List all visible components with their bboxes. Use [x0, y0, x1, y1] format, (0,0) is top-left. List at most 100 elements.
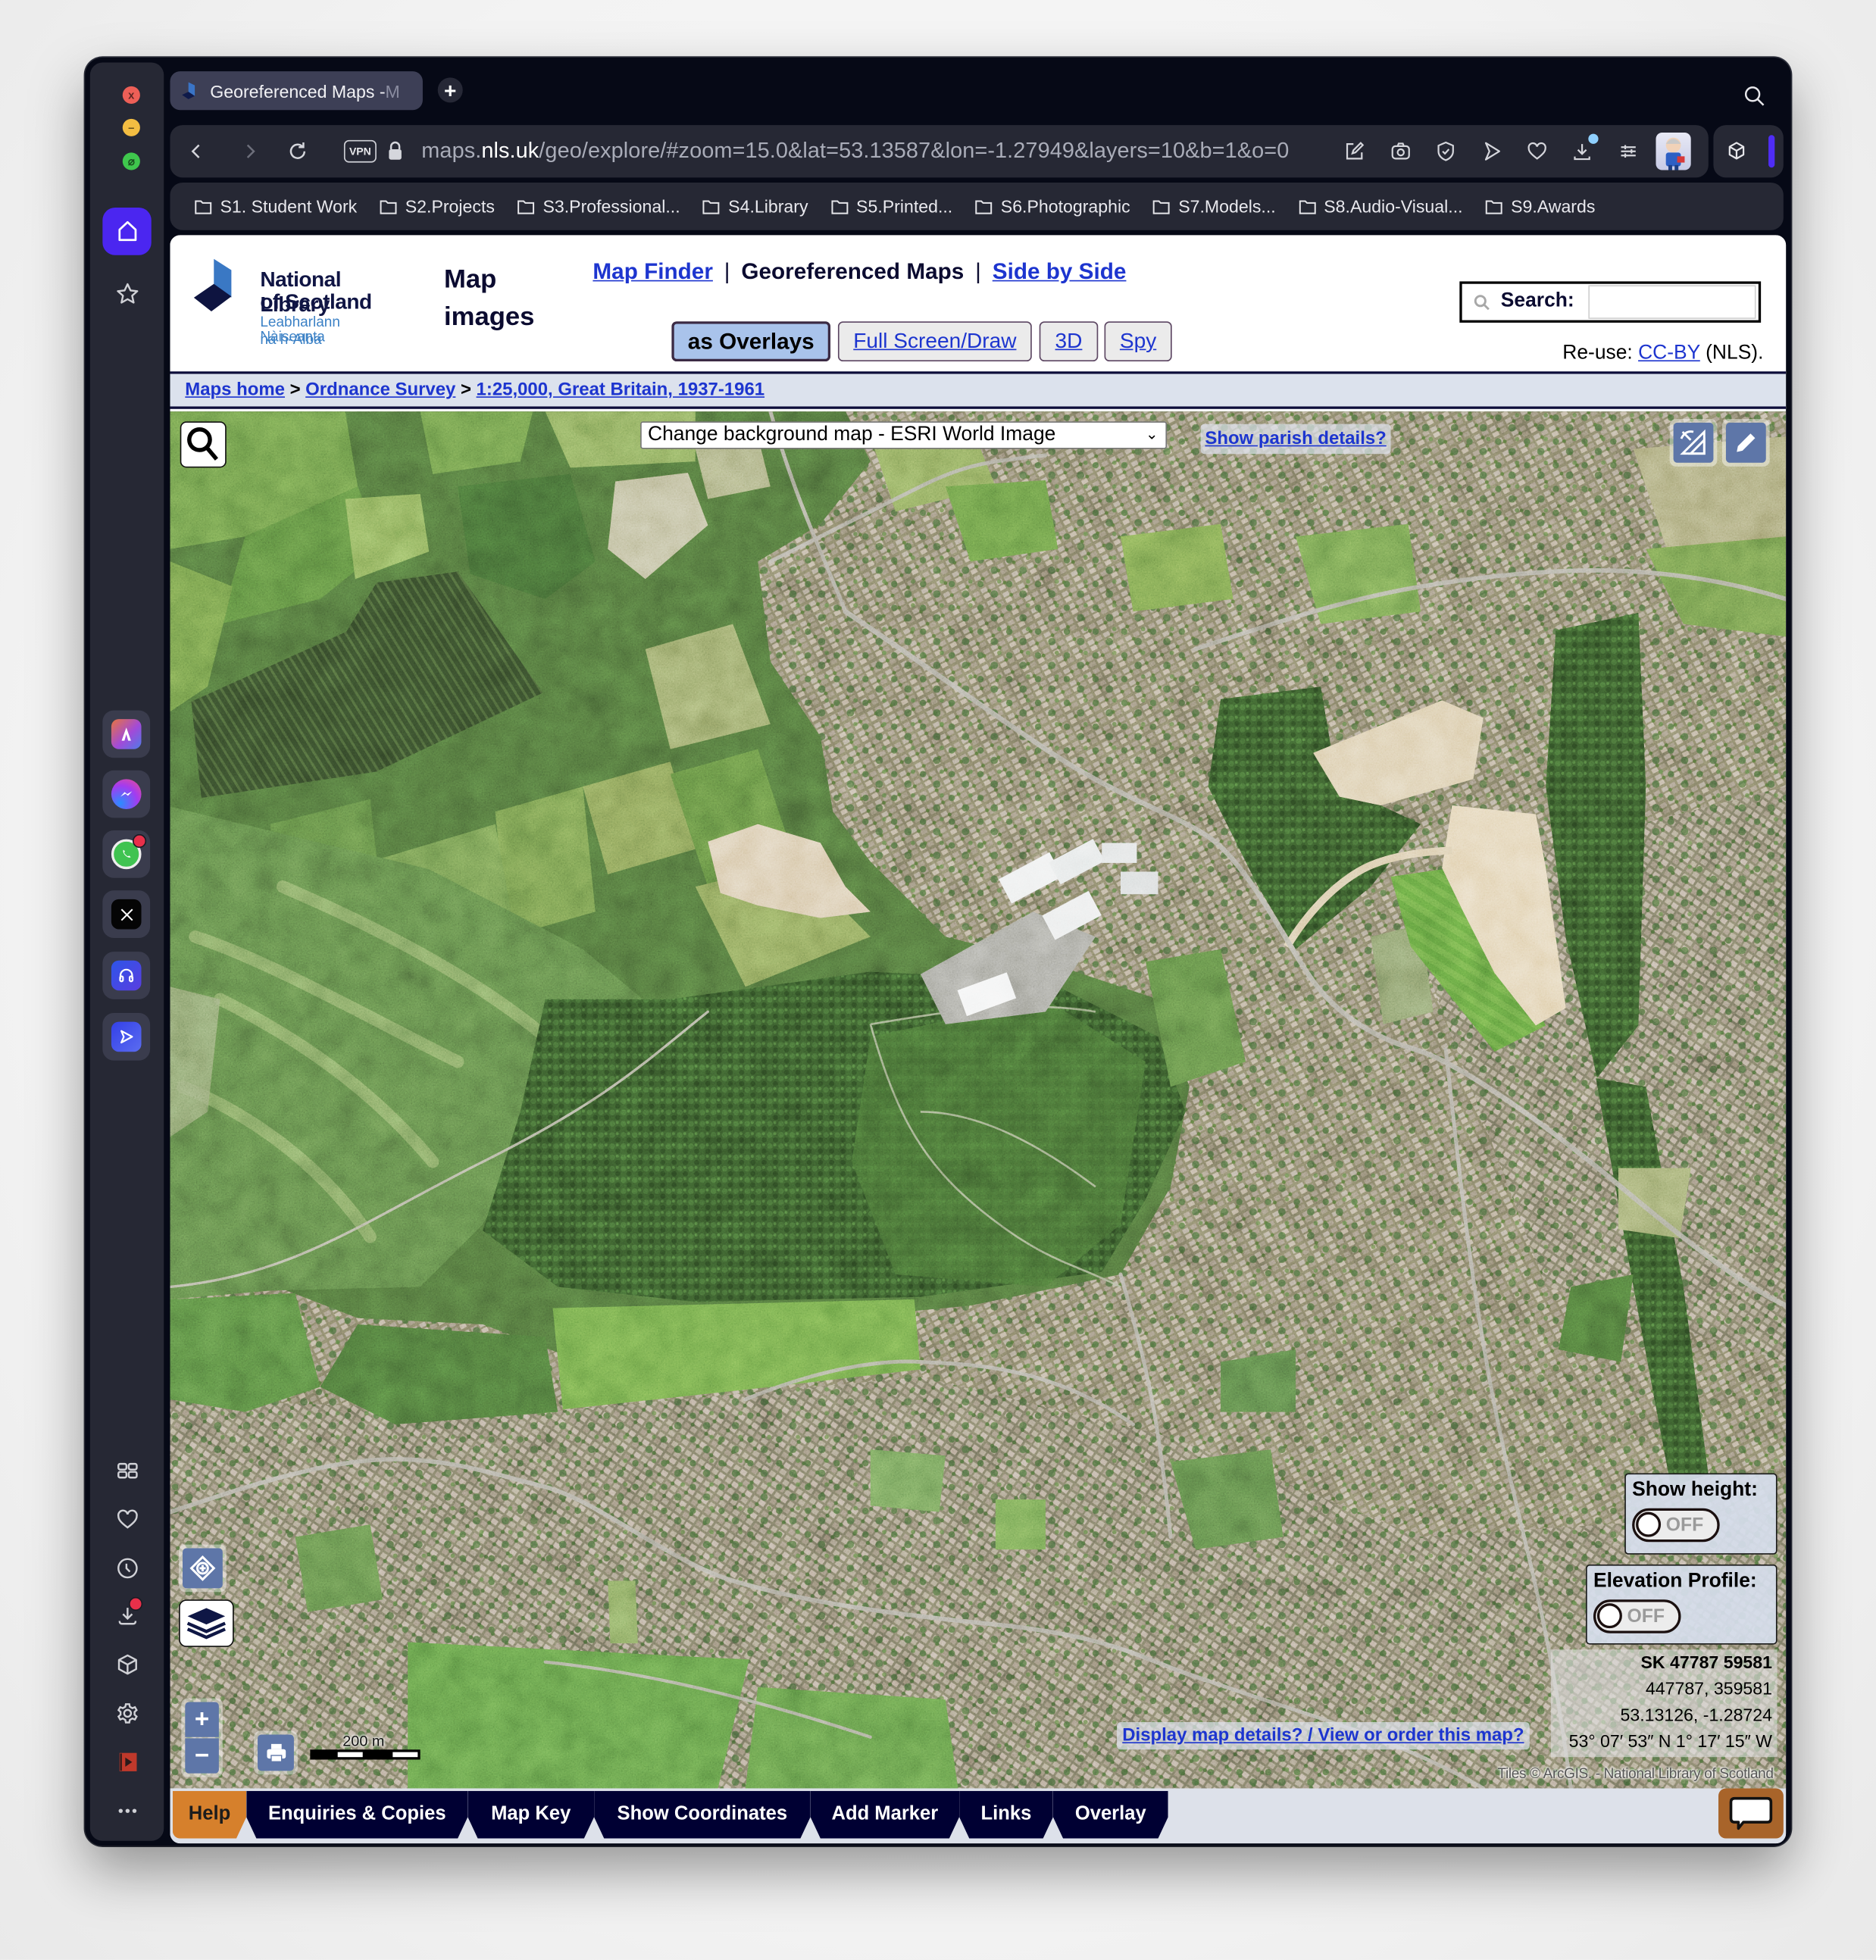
map-viewport[interactable]: Change background map - ESRI World Image… — [170, 411, 1787, 1789]
view-3d-button[interactable]: 3D — [1039, 321, 1099, 362]
bookmark-folder[interactable]: S4.Library — [702, 196, 808, 217]
show-height-toggle[interactable]: OFF — [1632, 1508, 1720, 1543]
shield-check-icon-part — [1442, 148, 1450, 155]
tab-add-marker[interactable]: Add Marker — [811, 1791, 959, 1839]
os-grid-reference: SK 47787 59581 — [1640, 1652, 1772, 1672]
map-search-button[interactable] — [180, 421, 227, 468]
background-map-select[interactable]: Change background map - ESRI World Image… — [640, 421, 1168, 449]
vpn-badge[interactable]: VPN — [343, 139, 377, 163]
back-button[interactable] — [181, 136, 211, 167]
sidebar-player-button[interactable] — [102, 1738, 151, 1786]
sidebar-history-button[interactable] — [102, 1545, 151, 1593]
breadcrumb-series[interactable]: 1:25,000, Great Britain, 1937-1961 — [477, 380, 765, 400]
bookmark-page-button[interactable] — [1522, 136, 1552, 167]
show-parish-details-link[interactable]: Show parish details? — [1200, 424, 1391, 455]
bookmark-folder[interactable]: S8.Audio-Visual... — [1298, 196, 1463, 217]
url-field[interactable]: maps.nls.uk/geo/explore/#zoom=15.0&lat=5… — [421, 138, 1289, 164]
nls-logo[interactable]: National Library of Scotland Leabharlann… — [192, 256, 405, 356]
zoom-window-button[interactable]: ⌀ — [122, 152, 140, 170]
sidebar-home-button[interactable] — [102, 208, 152, 255]
sidebar-downloads-button[interactable] — [102, 1592, 151, 1640]
print-button[interactable] — [254, 1730, 298, 1775]
forward-icon — [246, 144, 255, 158]
downloads-button[interactable] — [1567, 133, 1599, 167]
adblock-button[interactable] — [1430, 136, 1461, 167]
sidebar-more-button[interactable] — [102, 1787, 151, 1835]
breadcrumb-maps-home[interactable]: Maps home — [185, 380, 285, 400]
site-info-button[interactable] — [380, 136, 411, 167]
easy-setup-icon-part — [1621, 145, 1636, 158]
sidebar-app-whatsapp[interactable] — [102, 830, 151, 878]
elevation-profile-toggle[interactable]: OFF — [1593, 1599, 1681, 1633]
sidebar-app-x[interactable] — [102, 890, 151, 939]
tab-show-coordinates[interactable]: Show Coordinates — [594, 1791, 811, 1839]
sidebar-app-my-flow[interactable] — [102, 1013, 151, 1061]
tab-map-key[interactable]: Map Key — [467, 1791, 594, 1839]
tab-links[interactable]: Links — [959, 1791, 1053, 1839]
toggle-knob — [1596, 1603, 1622, 1629]
draw-button[interactable] — [1721, 418, 1770, 467]
video-player-icon — [118, 1752, 136, 1771]
zoom-in-button[interactable]: + — [185, 1702, 219, 1737]
sidebar-app-music[interactable] — [102, 952, 151, 999]
minimize-window-button[interactable]: – — [122, 118, 140, 136]
scale-bar-graphic — [310, 1749, 421, 1760]
home-icon — [117, 220, 136, 242]
search-input[interactable] — [1588, 285, 1756, 319]
breadcrumb-ordnance-survey[interactable]: Ordnance Survey — [305, 380, 455, 400]
snapshot-edit-button[interactable] — [1340, 136, 1370, 167]
cube-icon[interactable] — [1724, 139, 1748, 162]
forward-button[interactable] — [235, 136, 265, 167]
bookmark-label: S8.Audio-Visual... — [1324, 196, 1463, 217]
nav-map-finder-link[interactable]: Map Finder — [593, 259, 712, 284]
sidebar-extensions-button[interactable] — [102, 1641, 151, 1689]
easy-setup-button[interactable] — [1613, 136, 1643, 167]
screenshot-button[interactable] — [1386, 136, 1416, 167]
layers-button[interactable] — [179, 1599, 234, 1647]
sidebar-settings-button[interactable] — [102, 1690, 151, 1737]
cc-by-link[interactable]: CC-BY — [1638, 342, 1700, 364]
bookmark-folder[interactable]: S7.Models... — [1152, 196, 1276, 217]
sidebar-workspaces-button[interactable] — [102, 1447, 151, 1495]
tab-help[interactable]: Help — [173, 1791, 246, 1839]
folder-icon-part — [517, 199, 535, 214]
tab-overlay[interactable]: Overlay — [1053, 1791, 1168, 1839]
view-as-overlays-button[interactable]: as Overlays — [671, 321, 831, 362]
printer-icon-part — [270, 1743, 281, 1749]
measure-button[interactable] — [1669, 418, 1718, 467]
sidebar-app-messenger[interactable] — [102, 770, 151, 818]
view-full-screen-draw-button[interactable]: Full Screen/Draw — [837, 321, 1032, 362]
tab-search-button[interactable] — [1742, 84, 1767, 109]
display-map-details-link[interactable]: Display map details? / View or order thi… — [1117, 1721, 1530, 1750]
view-spy-button[interactable]: Spy — [1104, 321, 1172, 362]
map-attribution: Tiles © ArcGIS. - National Library of Sc… — [1497, 1767, 1774, 1783]
background-map-selected: Change background map - ESRI World Image — [648, 424, 1056, 445]
bookmark-folder[interactable]: S9.Awards — [1484, 196, 1595, 217]
sidebar-favorites-button[interactable] — [102, 1496, 151, 1543]
bookmark-folder[interactable]: S5.Printed... — [830, 196, 952, 217]
bookmark-folder[interactable]: S2.Projects — [379, 196, 495, 217]
bookmark-folder[interactable]: S6.Photographic — [974, 196, 1130, 217]
profile-avatar[interactable] — [1656, 132, 1691, 170]
new-tab-button[interactable]: + — [437, 77, 463, 103]
folder-icon-part — [1299, 199, 1315, 214]
tab-enquiries-copies[interactable]: Enquiries & Copies — [246, 1791, 467, 1839]
zoom-out-button[interactable]: − — [185, 1738, 219, 1774]
notification-badge — [132, 833, 147, 849]
pencil-icon-part — [1737, 433, 1756, 452]
bookmark-folder[interactable]: S3.Professional... — [517, 196, 680, 217]
folder-icon-part — [830, 199, 848, 214]
nav-side-by-side-link[interactable]: Side by Side — [993, 259, 1127, 284]
sidebar-bookmarks-button[interactable] — [102, 270, 151, 318]
satellite-imagery — [170, 411, 1787, 1789]
sidebar-app-aria[interactable] — [102, 710, 151, 758]
cube-icon — [117, 1654, 137, 1675]
snapshot-edit-icon-part — [1346, 143, 1363, 160]
close-window-button[interactable]: x — [122, 86, 140, 105]
browser-tab-active[interactable]: Georeferenced Maps - M — [170, 71, 423, 111]
geolocate-button[interactable] — [179, 1544, 227, 1593]
send-to-flow-button[interactable] — [1477, 136, 1507, 167]
bookmark-folder[interactable]: S1. Student Work — [194, 196, 357, 217]
chat-feedback-button[interactable] — [1718, 1788, 1784, 1839]
reload-button[interactable] — [283, 136, 313, 167]
